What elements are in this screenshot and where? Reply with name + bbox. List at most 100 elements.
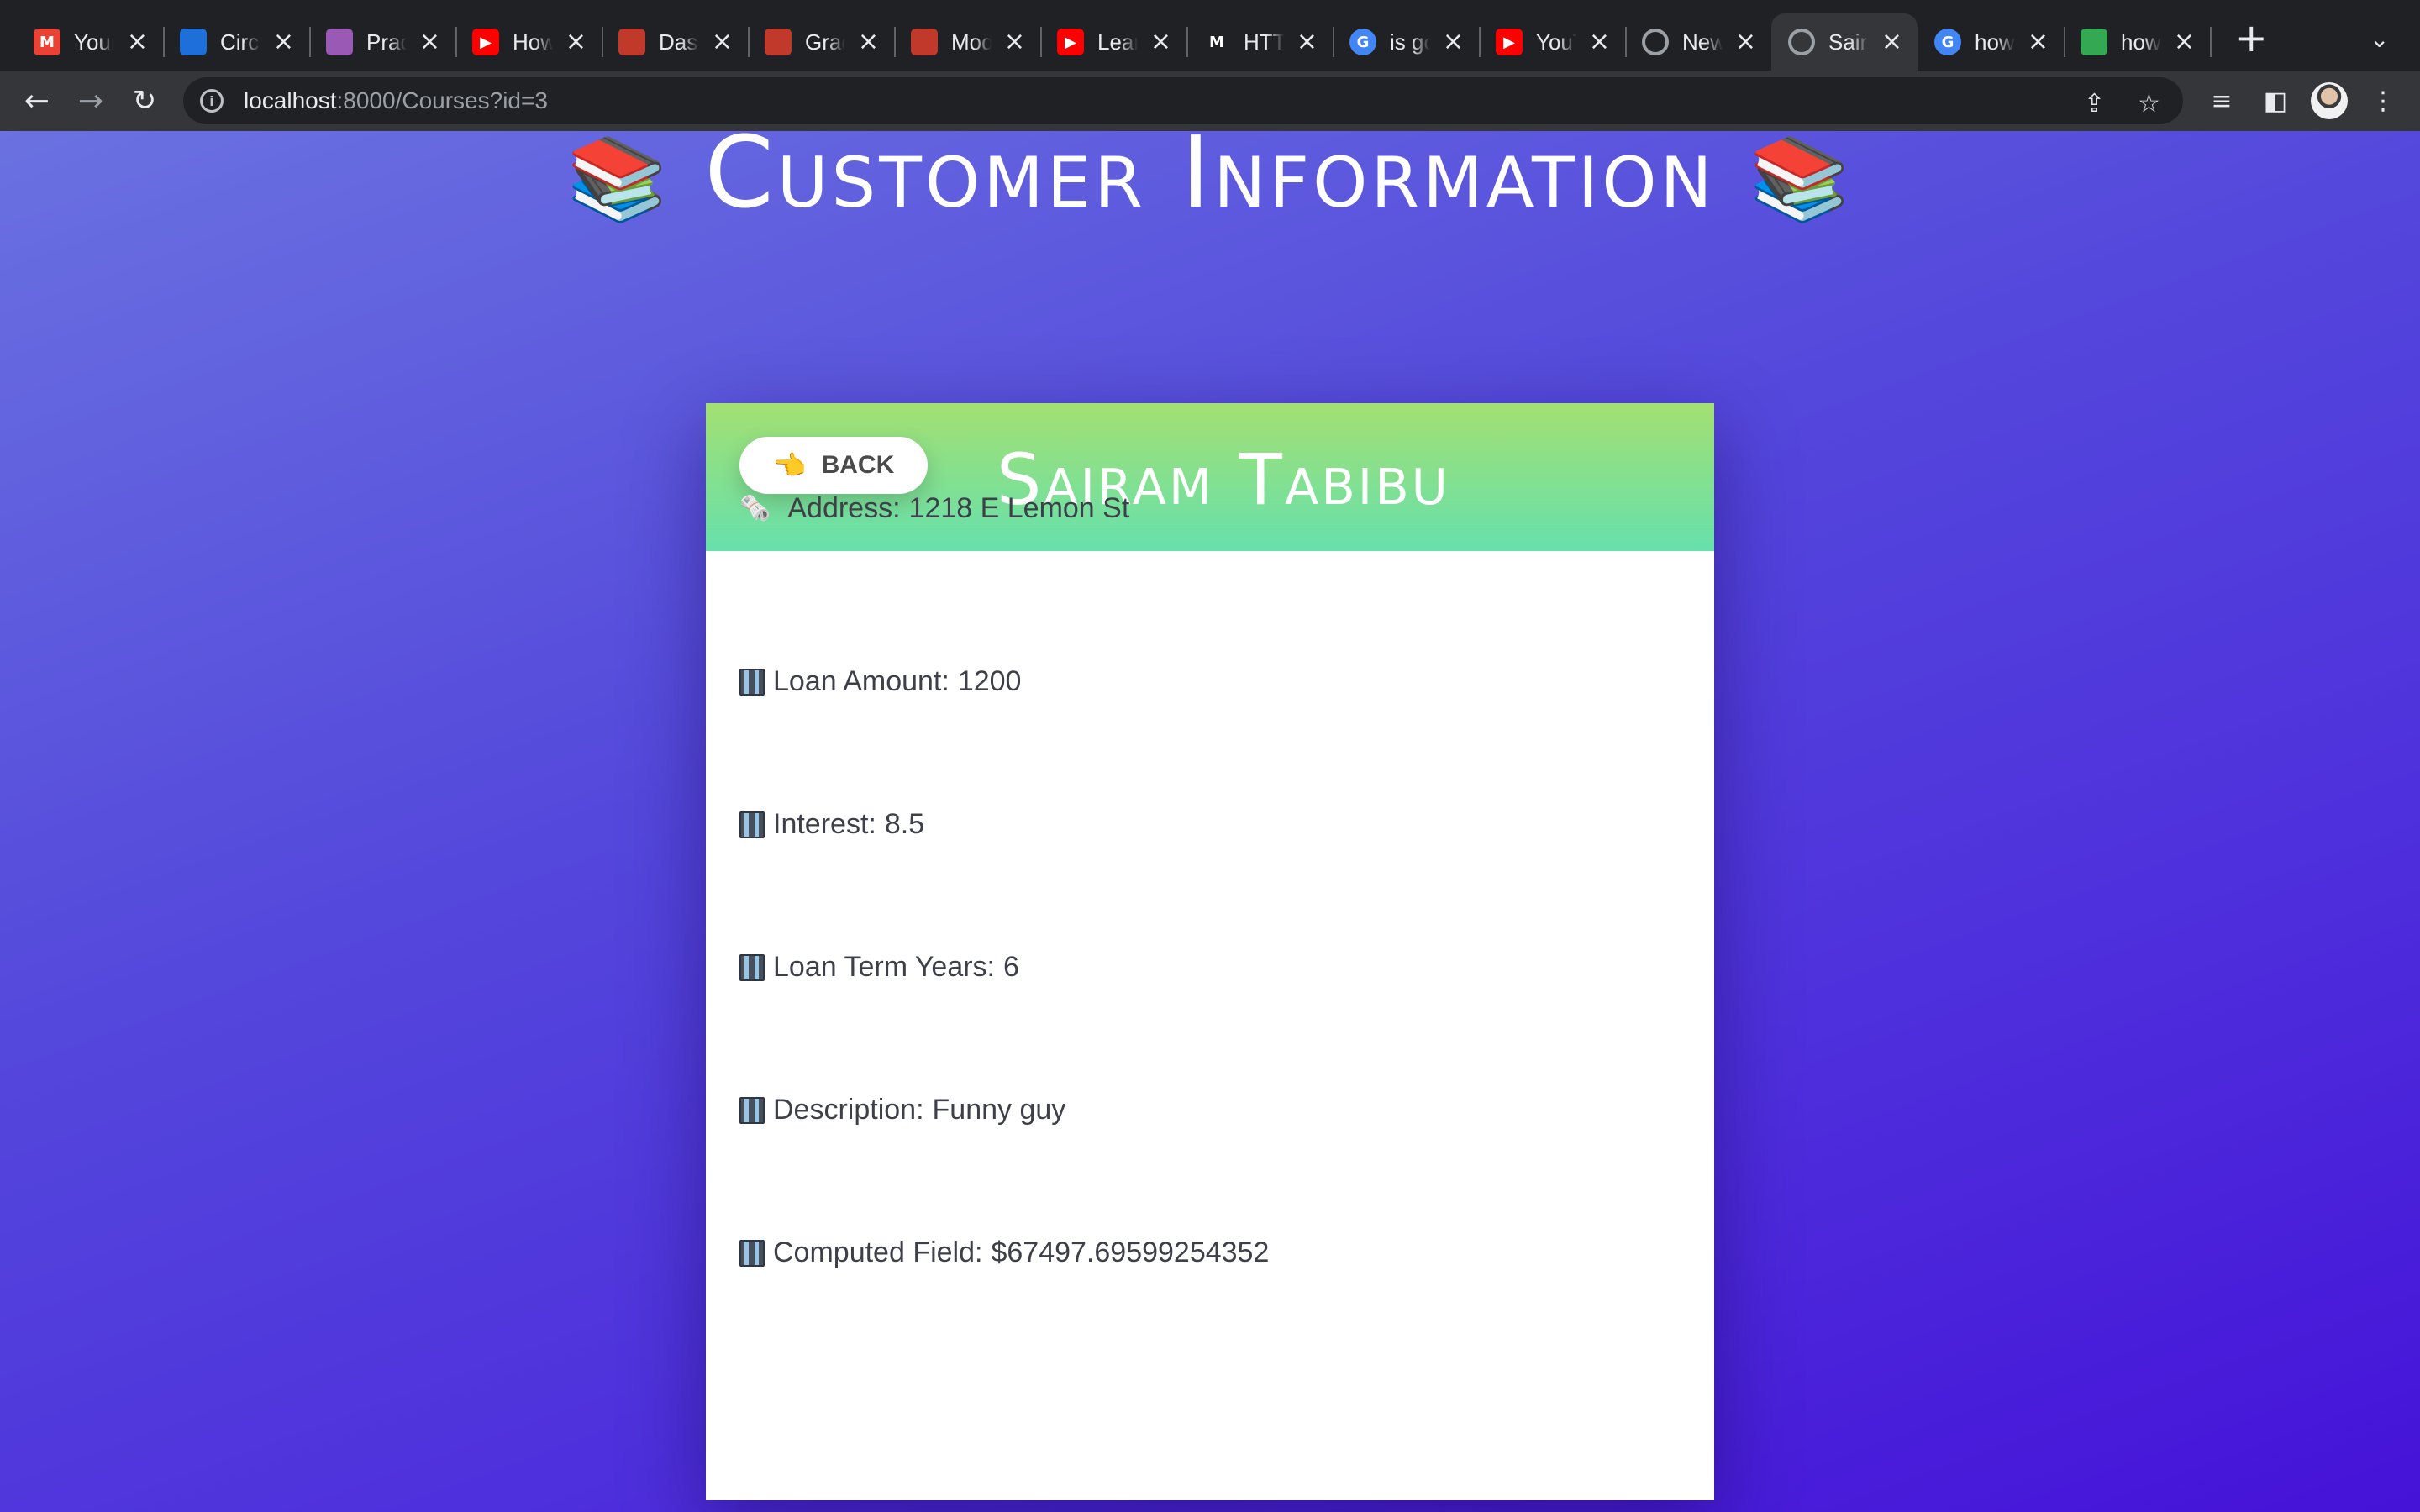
forward-arrow-icon[interactable]: → (72, 82, 109, 119)
close-tab-icon[interactable]: × (419, 29, 440, 55)
close-tab-icon[interactable]: × (1735, 29, 1756, 55)
close-tab-icon[interactable]: × (273, 29, 294, 55)
building-icon (739, 1239, 765, 1267)
google-icon: G (1934, 29, 1961, 55)
tab-strip: + ⌄ M Your × Circl × Prac × ▶ How × Dash × Grad × Mod ×… (0, 0, 2420, 71)
browser-tab[interactable]: ▶ How × (455, 13, 603, 71)
browser-tab[interactable]: ▶ YouT × (1479, 13, 1627, 71)
back-button-label: BACK (821, 451, 895, 479)
page-title-text: Customer Information (704, 131, 1716, 230)
close-tab-icon[interactable]: × (858, 29, 879, 55)
close-tab-icon[interactable]: × (127, 29, 148, 55)
close-tab-icon[interactable]: × (2174, 29, 2195, 55)
close-tab-icon[interactable]: × (1589, 29, 1610, 55)
customer-field: Description: Funny guy (739, 1094, 1065, 1126)
tab-title: YouT (1536, 29, 1576, 55)
youtube-icon: ▶ (1496, 29, 1523, 55)
close-tab-icon[interactable]: × (1004, 29, 1025, 55)
customer-field: Loan Term Years: 6 (739, 951, 1019, 984)
site-info-icon[interactable]: i (200, 89, 224, 113)
ironhack-icon (618, 29, 645, 55)
browser-tab[interactable]: Sairi × (1771, 13, 1918, 71)
close-tab-icon[interactable]: × (1297, 29, 1318, 55)
customer-field: Computed Field: $67497.69599254352 (739, 1236, 1269, 1269)
gmail-icon: M (34, 29, 60, 55)
tab-title: Dash (659, 29, 699, 55)
bookmark-star-icon[interactable]: ☆ (2138, 89, 2160, 118)
rocket-icon (326, 29, 353, 55)
building-icon (739, 1096, 765, 1124)
colorful-icon (2081, 29, 2107, 55)
url-path: :8000/Courses?id=3 (336, 87, 548, 113)
books-icon: 📚 (566, 132, 671, 227)
back-button[interactable]: 👈 BACK (739, 437, 928, 494)
field-value: Funny guy (932, 1094, 1066, 1126)
page-background: 📚 Customer Information 📚 👈 BACK Sairam Tab… (0, 131, 2420, 1512)
page-title: 📚 Customer Information 📚 (0, 131, 2420, 230)
tab-title: New (1682, 29, 1723, 55)
customer-field: Interest: 8.5 (739, 808, 924, 841)
field-label: Address: (787, 492, 901, 524)
building-icon (739, 811, 765, 838)
tab-title: is go (1390, 29, 1430, 55)
browser-tab[interactable]: M HTT × (1186, 13, 1334, 71)
tab-title: How (513, 29, 553, 55)
ironhack-icon (911, 29, 938, 55)
browser-tab[interactable]: Mod × (894, 13, 1042, 71)
browser-tab[interactable]: Grad × (748, 13, 896, 71)
close-tab-icon[interactable]: × (2028, 29, 2049, 55)
tab-title: Mod (951, 29, 992, 55)
field-label: Loan Term Years: (773, 951, 995, 983)
field-label: Loan Amount: (773, 665, 950, 697)
tab-title: Prac (366, 29, 407, 55)
customer-field: 🗞️ Address: 1218 E Lemon St (739, 492, 1129, 525)
tab-separator (2210, 27, 2212, 57)
tab-title: HTT (1244, 29, 1284, 55)
close-tab-icon[interactable]: × (712, 29, 733, 55)
browser-tab[interactable]: Circl × (163, 13, 311, 71)
field-value: 8.5 (884, 808, 925, 840)
ironhack-icon (765, 29, 792, 55)
address-bar[interactable]: i localhost:8000/Courses?id=3 ⇪ ☆ (183, 77, 2183, 124)
field-label: Computed Field: (773, 1236, 983, 1268)
customer-card: 👈 BACK Sairam Tabibu 🗞️ Address: 1218 E Le… (706, 403, 1714, 1500)
tab-search-chevron-icon[interactable]: ⌄ (2370, 25, 2389, 53)
tab-title: Lear (1097, 29, 1138, 55)
profile-avatar[interactable] (2311, 82, 2348, 119)
close-tab-icon[interactable]: × (1881, 29, 1902, 55)
browser-tab[interactable]: Prac × (309, 13, 457, 71)
browser-tab[interactable]: how × (2064, 13, 2212, 71)
books-icon: 📚 (1749, 132, 1854, 227)
share-icon[interactable]: ⇪ (2084, 89, 2105, 118)
url-host: localhost (244, 87, 337, 113)
browser-tab[interactable]: Ghow × (1918, 13, 2065, 71)
close-tab-icon[interactable]: × (566, 29, 587, 55)
chrome-icon (1642, 29, 1669, 55)
browser-tab[interactable]: M Your × (17, 13, 165, 71)
browser-toolbar: ← → ↻ i localhost:8000/Courses?id=3 ⇪ ☆ … (0, 71, 2420, 131)
browser-tab[interactable]: ▶ Lear × (1040, 13, 1188, 71)
new-tab-button[interactable]: + (2235, 18, 2268, 57)
field-label: Interest: (773, 808, 876, 840)
google-icon: G (1349, 29, 1376, 55)
youtube-icon: ▶ (1057, 29, 1084, 55)
side-panel-icon[interactable]: ◧ (2257, 82, 2294, 119)
building-icon (739, 668, 765, 696)
tab-title: Your (74, 29, 114, 55)
tab-title: Sairi (1828, 29, 1869, 55)
menu-kebab-icon[interactable]: ⋮ (2365, 82, 2402, 119)
browser-tab[interactable]: Dash × (602, 13, 750, 71)
close-tab-icon[interactable]: × (1150, 29, 1171, 55)
browser-tab[interactable]: New × (1625, 13, 1773, 71)
url-text[interactable]: localhost:8000/Courses?id=3 (244, 87, 548, 114)
field-label: Description: (773, 1094, 924, 1126)
globe-icon (1788, 29, 1815, 55)
media-controls-icon[interactable]: ≡ (2203, 82, 2240, 119)
tab-title: how (2121, 29, 2161, 55)
browser-tab[interactable]: Gis go × (1333, 13, 1481, 71)
reload-icon[interactable]: ↻ (126, 82, 163, 119)
close-tab-icon[interactable]: × (1443, 29, 1464, 55)
newspaper-icon: 🗞️ (739, 495, 771, 522)
back-arrow-icon[interactable]: ← (18, 82, 55, 119)
circleci-icon (180, 29, 207, 55)
